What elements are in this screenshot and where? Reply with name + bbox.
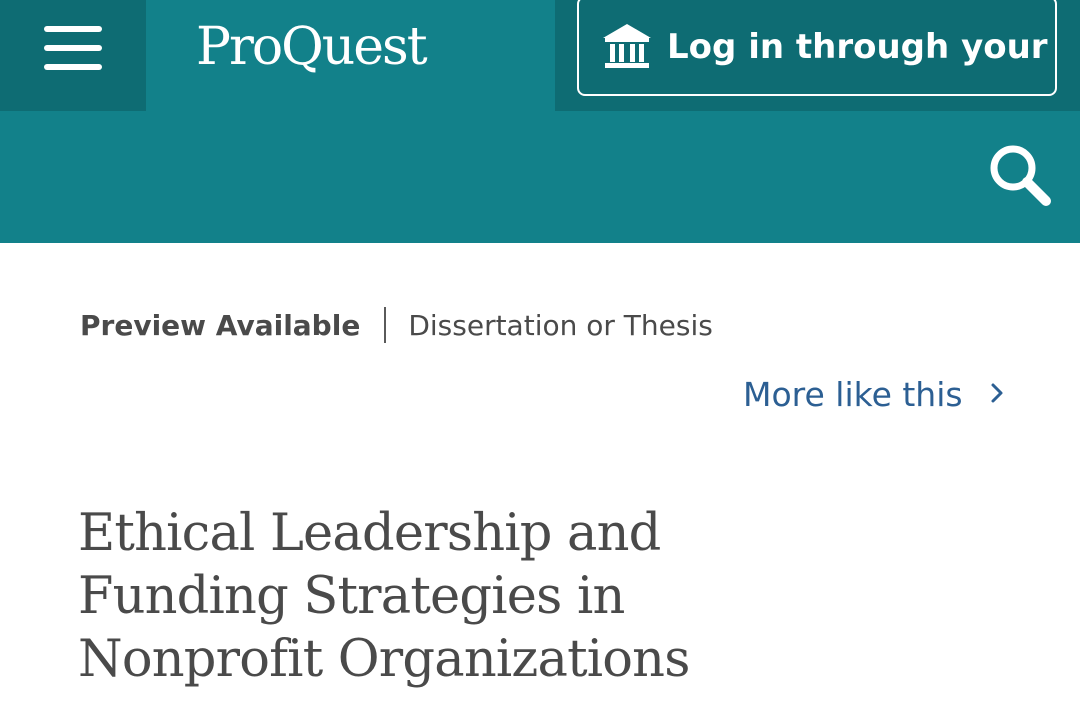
magnifier-search-icon[interactable] xyxy=(986,141,1054,209)
library-login-button[interactable]: Log in through your library xyxy=(577,0,1057,96)
library-login-label: Log in through your library xyxy=(667,27,1055,67)
document-title: Ethical Leadership and Funding Strategie… xyxy=(78,504,690,689)
menu-button[interactable] xyxy=(0,0,146,111)
more-like-this-link[interactable]: More like this xyxy=(743,372,1007,418)
more-like-this-label: More like this xyxy=(743,375,963,414)
document-type-label: Dissertation or Thesis xyxy=(408,309,713,342)
hamburger-menu-icon xyxy=(44,26,102,70)
meta-divider xyxy=(384,307,387,343)
chevron-right-icon xyxy=(991,383,1003,402)
proquest-logo[interactable]: ProQuest xyxy=(196,14,428,80)
document-meta-line: Preview Available Dissertation or Thesis xyxy=(80,306,713,346)
bank-building-icon xyxy=(603,24,651,68)
search-bar xyxy=(0,111,1080,243)
preview-available-label: Preview Available xyxy=(80,309,361,342)
